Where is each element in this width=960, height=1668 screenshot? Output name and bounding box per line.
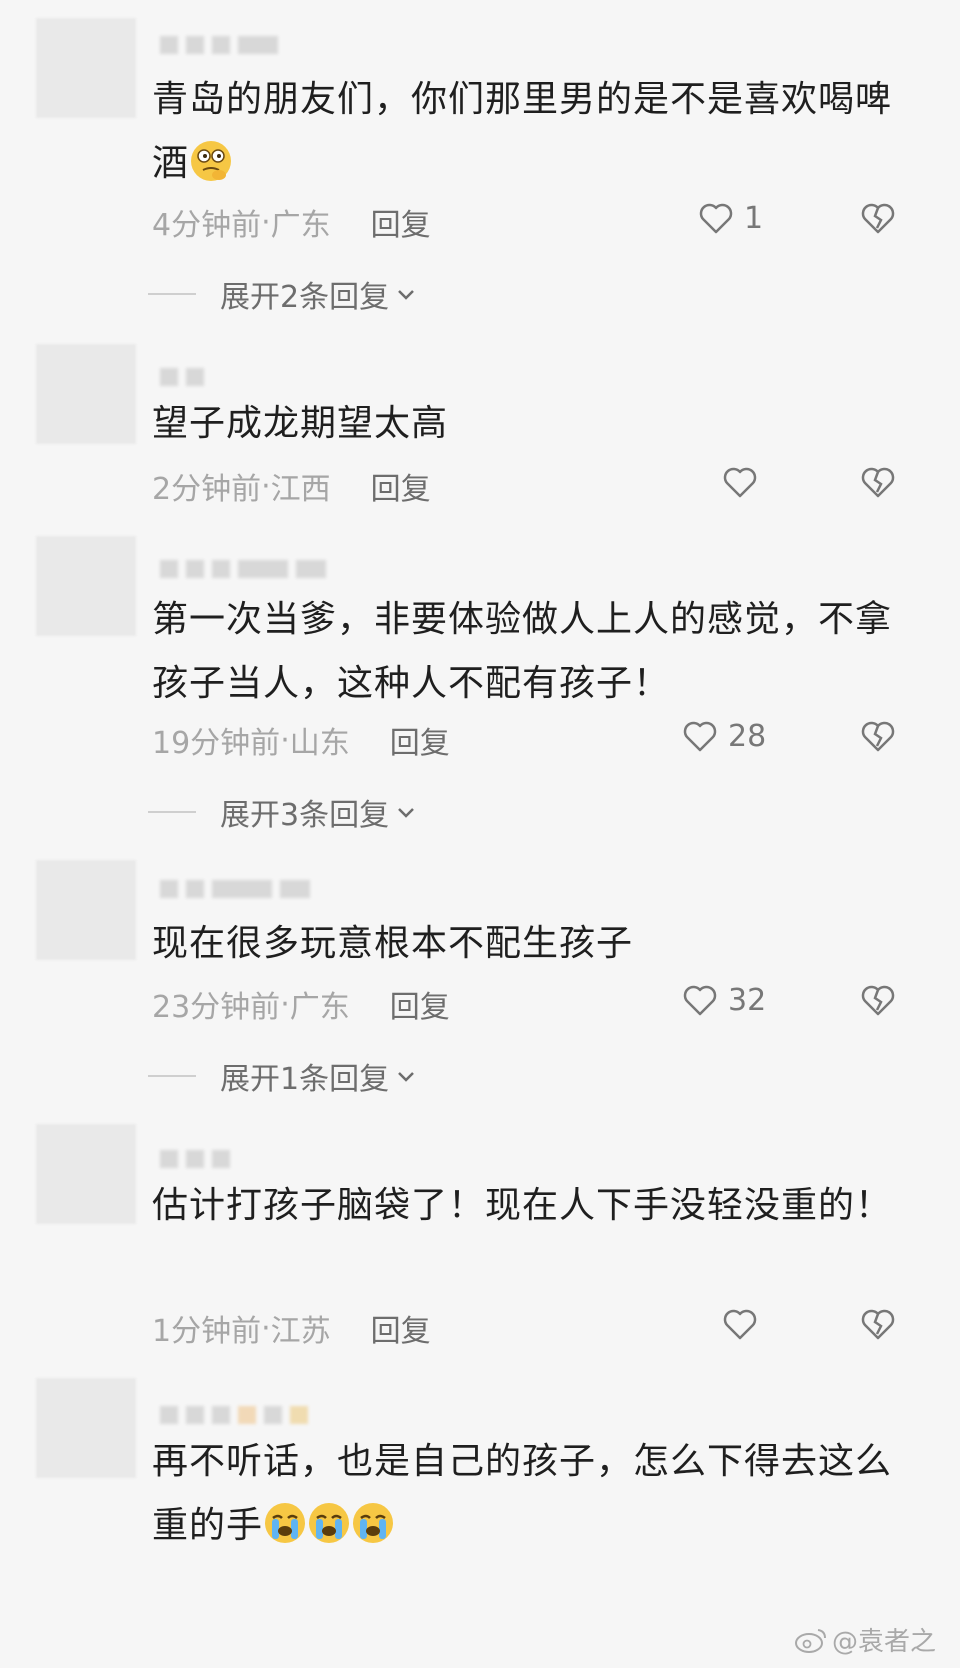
weibo-logo-icon	[794, 1628, 826, 1653]
comment-location: 广东	[270, 208, 331, 243]
thinking-face-emoji	[191, 141, 232, 181]
comment-meta: 4分钟前 · 广东 回复	[152, 200, 431, 244]
comment-meta: 19分钟前 · 山东 回复	[152, 718, 450, 762]
loudly-crying-face-emoji	[353, 1503, 394, 1543]
username-redacted[interactable]	[160, 1148, 230, 1170]
dislike-button[interactable]	[858, 1304, 898, 1344]
expand-replies-button[interactable]: 展开1条回复	[148, 1054, 417, 1098]
like-count: 1	[744, 200, 764, 236]
heart-outline-icon	[720, 1304, 760, 1344]
comment-meta: 1分钟前 · 江苏 回复	[152, 1306, 431, 1350]
like-button[interactable]	[720, 1304, 760, 1344]
username-redacted[interactable]	[160, 1404, 308, 1426]
chevron-down-icon	[398, 290, 414, 300]
comment-location: 江苏	[270, 1314, 331, 1349]
dislike-button[interactable]	[858, 198, 898, 238]
chevron-down-icon	[398, 808, 414, 818]
chevron-down-icon	[398, 1072, 414, 1082]
reply-button[interactable]: 回复	[371, 200, 431, 244]
meta-separator: ·	[261, 1310, 271, 1346]
broken-heart-icon	[861, 203, 895, 234]
comment-meta: 2分钟前 · 江西 回复	[152, 464, 431, 508]
loudly-crying-face-emoji	[309, 1503, 350, 1543]
avatar[interactable]	[36, 18, 136, 118]
dislike-button[interactable]	[858, 716, 898, 756]
comment-time: 23分钟前	[152, 990, 281, 1025]
expand-replies-label: 展开2条回复	[220, 280, 390, 315]
reply-button[interactable]: 回复	[371, 464, 431, 508]
comment-location: 江西	[270, 472, 331, 507]
comment-text: 再不听话，也是自己的孩子，怎么下得去这么重的手	[152, 1441, 893, 1546]
watermark: @袁者之	[794, 1621, 936, 1658]
meta-separator: ·	[280, 986, 290, 1022]
comment-text: 估计打孩子脑袋了！现在人下手没轻没重的！	[152, 1185, 893, 1226]
broken-heart-icon	[861, 721, 895, 752]
comment-text: 青岛的朋友们，你们那里男的是不是喜欢喝啤酒	[152, 79, 893, 184]
comment-time: 2分钟前	[152, 472, 262, 507]
heart-outline-icon	[680, 980, 720, 1020]
meta-separator: ·	[280, 722, 290, 758]
avatar[interactable]	[36, 1124, 136, 1224]
comment-text: 现在很多玩意根本不配生孩子	[152, 923, 634, 964]
reply-button[interactable]: 回复	[390, 718, 450, 762]
divider-line	[148, 293, 196, 295]
like-button[interactable]	[720, 462, 760, 502]
comment-text: 第一次当爹，非要体验做人上人的感觉，不拿孩子当人，这种人不配有孩子！	[152, 599, 893, 704]
comment-location: 山东	[289, 726, 350, 761]
watermark-text: @袁者之	[831, 1627, 936, 1657]
username-redacted[interactable]	[160, 558, 326, 580]
username-redacted[interactable]	[160, 366, 204, 388]
expand-replies-label: 展开3条回复	[220, 798, 390, 833]
divider-line	[148, 811, 196, 813]
like-button[interactable]: 32	[680, 980, 766, 1020]
avatar[interactable]	[36, 536, 136, 636]
like-count: 32	[728, 982, 767, 1018]
expand-replies-button[interactable]: 展开2条回复	[148, 272, 417, 316]
comment-time: 1分钟前	[152, 1314, 262, 1349]
comment-list: 青岛的朋友们，你们那里男的是不是喜欢喝啤酒 4分钟前 · 广东 回复 1 展开2…	[0, 0, 960, 1668]
broken-heart-icon	[861, 467, 895, 498]
broken-heart-icon	[861, 985, 895, 1016]
avatar[interactable]	[36, 1378, 136, 1478]
meta-separator: ·	[261, 468, 271, 504]
heart-outline-icon	[680, 716, 720, 756]
comment-time: 19分钟前	[152, 726, 281, 761]
comment-text: 望子成龙期望太高	[152, 403, 449, 444]
reply-button[interactable]: 回复	[390, 982, 450, 1026]
comment-location: 广东	[289, 990, 350, 1025]
expand-replies-label: 展开1条回复	[220, 1062, 390, 1097]
heart-outline-icon	[720, 462, 760, 502]
heart-outline-icon	[696, 198, 736, 238]
like-button[interactable]: 1	[696, 198, 763, 238]
avatar[interactable]	[36, 344, 136, 444]
loudly-crying-face-emoji	[265, 1503, 306, 1543]
reply-button[interactable]: 回复	[371, 1306, 431, 1350]
dislike-button[interactable]	[858, 462, 898, 502]
like-count: 28	[728, 718, 767, 754]
meta-separator: ·	[261, 204, 271, 240]
comment-meta: 23分钟前 · 广东 回复	[152, 982, 450, 1026]
broken-heart-icon	[861, 1309, 895, 1340]
expand-replies-button[interactable]: 展开3条回复	[148, 790, 417, 834]
comment-time: 4分钟前	[152, 208, 262, 243]
divider-line	[148, 1075, 196, 1077]
username-redacted[interactable]	[160, 878, 310, 900]
avatar[interactable]	[36, 860, 136, 960]
dislike-button[interactable]	[858, 980, 898, 1020]
username-redacted[interactable]	[160, 34, 278, 56]
like-button[interactable]: 28	[680, 716, 766, 756]
